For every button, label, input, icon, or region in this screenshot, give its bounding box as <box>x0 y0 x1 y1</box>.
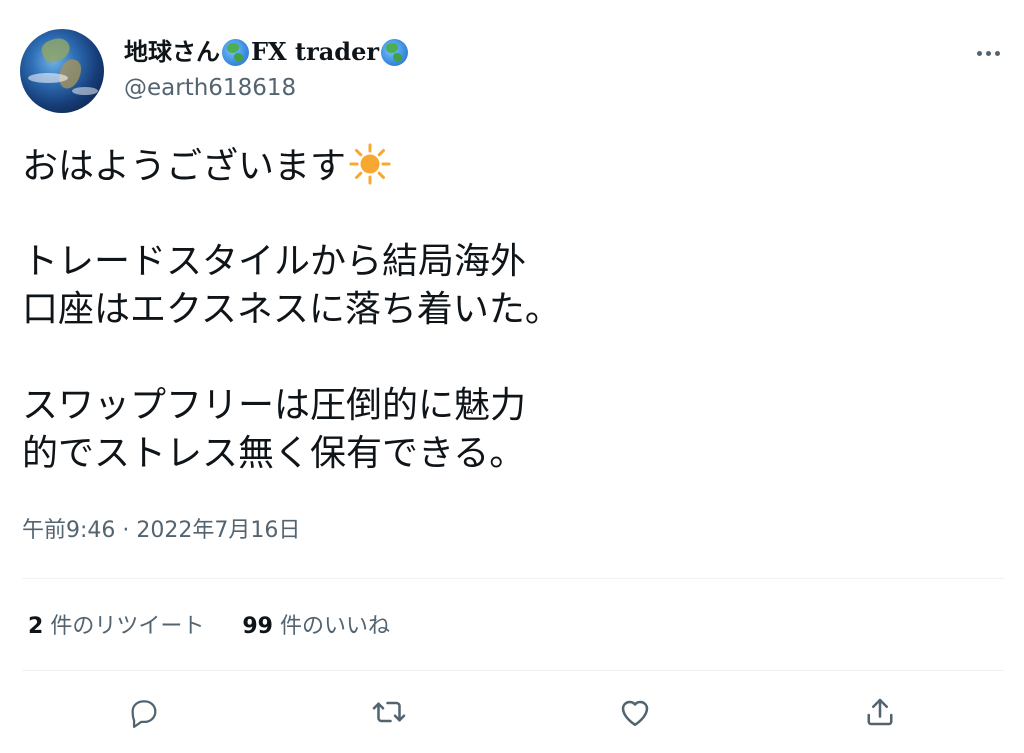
globe-icon <box>222 38 249 66</box>
sun-icon <box>348 142 392 186</box>
retweet-button[interactable] <box>367 690 411 734</box>
heart-icon <box>621 700 649 727</box>
tweet-line: スワップフリーは圧倒的に魅力 <box>22 385 527 426</box>
tweet-line: 的でストレス無く保有できる。 <box>22 433 526 474</box>
retweet-stat[interactable]: 2 件のリツイート <box>28 610 204 644</box>
like-count: 99 <box>242 614 273 639</box>
reply-icon <box>131 700 157 729</box>
like-button[interactable] <box>613 690 657 734</box>
more-icon <box>976 50 982 56</box>
tweet-card: 地球さん FX trader @earth618618 おはようございます トレ… <box>0 0 1024 753</box>
avatar[interactable] <box>20 29 104 113</box>
author-name-prefix: 地球さん <box>124 38 220 66</box>
more-options-button[interactable] <box>968 38 1008 68</box>
reply-button[interactable] <box>122 690 166 734</box>
like-label: 件のいいね <box>279 614 390 639</box>
divider <box>22 578 1004 579</box>
divider <box>22 670 1004 671</box>
tweet-line: トレードスタイルから結局海外 <box>22 241 527 282</box>
globe-icon <box>381 38 408 66</box>
like-stat[interactable]: 99 件のいいね <box>242 610 390 644</box>
tweet-line: おはようございます <box>22 142 1002 190</box>
retweet-icon <box>372 701 406 723</box>
tweet-timestamp[interactable]: 午前9:46 · 2022年7月16日 <box>22 514 300 548</box>
engagement-stats: 2 件のリツイート 99 件のいいね <box>28 610 390 644</box>
action-bar <box>0 690 1024 736</box>
share-icon <box>867 698 893 726</box>
author-handle[interactable]: @earth618618 <box>124 73 296 103</box>
tweet-text: おはようございます トレードスタイルから結局海外 口座はエクスネスに落ち着いた。 <box>22 142 1002 478</box>
tweet-line: 口座はエクスネスに落ち着いた。 <box>22 289 561 330</box>
author-name[interactable]: 地球さん FX trader <box>124 36 410 68</box>
retweet-label: 件のリツイート <box>50 614 205 639</box>
author-name-middle: FX trader <box>251 37 379 66</box>
share-button[interactable] <box>858 690 902 734</box>
retweet-count: 2 <box>28 614 44 639</box>
